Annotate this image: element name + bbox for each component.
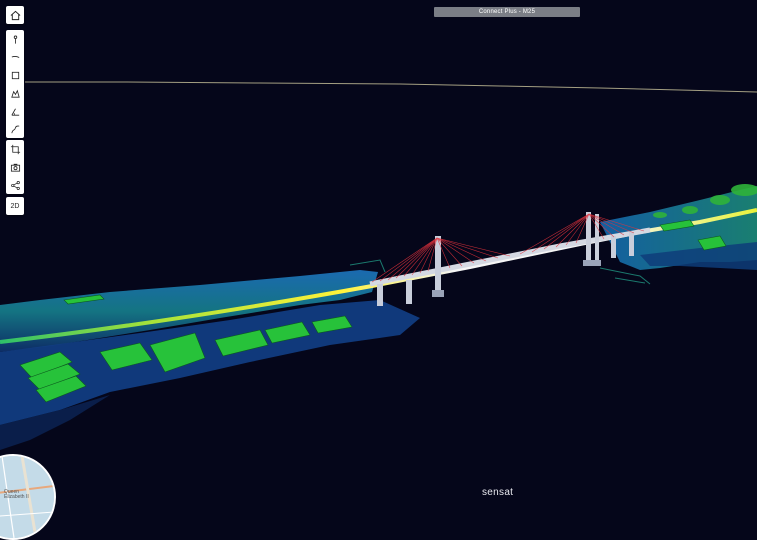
angle-tool-button[interactable]: [6, 102, 24, 120]
camera-icon: [10, 163, 20, 172]
area-icon: [11, 71, 19, 79]
project-title: Connect Plus - M25: [478, 9, 536, 15]
pin-icon: [13, 35, 17, 44]
profile-icon: [10, 124, 19, 133]
project-title-bar: Connect Plus - M25: [434, 7, 580, 17]
minimap-place-label: Queen Elizabeth II: [4, 489, 29, 500]
brand-logo: sensat: [482, 487, 514, 498]
line-tool-button[interactable]: [6, 48, 24, 66]
point-tool-button[interactable]: [6, 30, 24, 48]
view-mode-toolbar: 2D: [6, 197, 24, 215]
horizon-line: [25, 81, 757, 93]
home-icon: [10, 10, 20, 20]
share-icon: [10, 180, 20, 190]
home-toolbar: [6, 6, 24, 24]
point-cloud-viewport[interactable]: [0, 0, 757, 505]
view-toolbar: [6, 140, 24, 194]
crop-icon: [10, 144, 20, 154]
volume-icon: [10, 89, 20, 98]
share-button[interactable]: [6, 176, 24, 194]
profile-tool-button[interactable]: [6, 120, 24, 138]
volume-tool-button[interactable]: [6, 84, 24, 102]
area-tool-button[interactable]: [6, 66, 24, 84]
line-icon: [11, 55, 19, 58]
screenshot-button[interactable]: [6, 158, 24, 176]
measure-toolbar: [6, 30, 24, 138]
view-mode-2d-button[interactable]: 2D: [6, 197, 24, 215]
angle-icon: [10, 108, 19, 116]
home-button[interactable]: [6, 6, 24, 24]
crop-tool-button[interactable]: [6, 140, 24, 158]
